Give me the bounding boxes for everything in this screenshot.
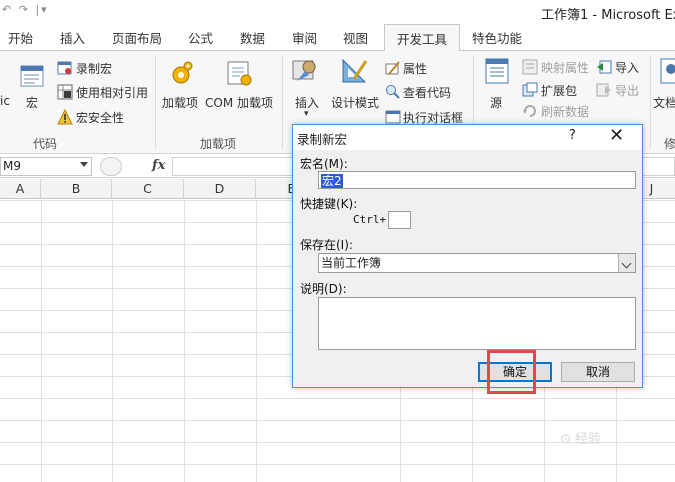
tab-formulas[interactable]: 公式	[188, 28, 213, 47]
warning-icon[interactable]	[57, 109, 73, 125]
ribbon-tabs: 开始 插入 页面布局 公式 数据 审阅 视图 开发工具 特色功能	[0, 24, 675, 52]
tab-special-features[interactable]: 特色功能	[472, 28, 522, 47]
name-box-value: M9	[3, 159, 21, 173]
column-header[interactable]: B	[41, 179, 112, 199]
description-label: 说明(D):	[300, 282, 347, 296]
macro-security-button[interactable]: 宏安全性	[76, 109, 124, 126]
formula-cancel-enter[interactable]	[100, 157, 122, 176]
quick-access-toolbar[interactable]: ↶ ↷ |▾	[2, 3, 49, 16]
export-button: 导出	[615, 84, 640, 98]
tab-home[interactable]: 开始	[8, 28, 33, 47]
redo-icon[interactable]: ↷	[19, 3, 30, 16]
macro-name-input[interactable]: 宏2	[318, 171, 636, 189]
macros-icon[interactable]	[19, 63, 47, 91]
grid-line	[112, 200, 113, 482]
import-icon[interactable]	[596, 59, 612, 75]
column-header[interactable]: C	[112, 179, 184, 199]
store-in-label: 保存在(I):	[300, 238, 353, 252]
store-in-value: 当前工作簿	[321, 256, 382, 270]
chevron-down-icon[interactable]: ▾	[304, 109, 309, 119]
qat-menu-icon[interactable]: |▾	[35, 3, 48, 16]
visual-basic-button[interactable]: ic	[0, 94, 10, 108]
xml-source-button[interactable]: 源	[490, 94, 502, 111]
title-bar: ↶ ↷ |▾ 工作簿1 - Microsoft Ex	[0, 0, 675, 24]
column-header[interactable]: A	[0, 179, 41, 199]
com-addins-button[interactable]: COM 加载项	[205, 94, 273, 111]
dialog-title: 录制新宏	[297, 132, 348, 147]
undo-icon[interactable]: ↶	[2, 3, 13, 16]
record-macro-dialog: 录制新宏 ? ✕ 宏名(M): 宏2 快捷键(K): Ctrl+ 保存在(I):…	[292, 124, 643, 388]
properties-button[interactable]: 属性	[403, 60, 427, 77]
insert-function-icon[interactable]: fx	[152, 158, 165, 173]
gear-icon[interactable]	[167, 59, 195, 87]
cancel-button[interactable]: 取消	[561, 362, 635, 382]
export-icon	[596, 83, 611, 97]
addins-group-label: 加载项	[200, 137, 237, 151]
view-code-icon[interactable]	[385, 84, 401, 100]
map-properties-button: 映射属性	[541, 61, 590, 75]
grid-line	[41, 200, 42, 482]
watermark: ⊙ 经验	[560, 432, 602, 447]
macro-name-value: 宏2	[321, 174, 343, 188]
column-header[interactable]: D	[184, 179, 256, 199]
document-panel-button[interactable]: 文档	[653, 94, 675, 111]
refresh-data-icon	[523, 105, 536, 117]
com-addins-icon[interactable]	[225, 59, 253, 87]
macros-label[interactable]: 宏	[26, 94, 38, 111]
group-separator	[650, 55, 651, 149]
grid-line	[184, 200, 185, 482]
map-properties-icon	[522, 59, 538, 75]
close-icon[interactable]: ✕	[609, 125, 624, 146]
group-separator	[282, 55, 283, 149]
tab-developer[interactable]: 开发工具	[384, 24, 461, 52]
expansion-packs-button[interactable]: 扩展包	[541, 82, 577, 99]
refresh-data-button: 刷新数据	[541, 105, 590, 119]
shortcut-prefix: Ctrl+	[353, 213, 387, 226]
design-mode-button[interactable]: 设计模式	[331, 94, 379, 111]
record-macro-icon[interactable]	[57, 60, 73, 76]
design-mode-icon[interactable]	[340, 57, 368, 85]
tab-review[interactable]: 审阅	[292, 28, 317, 47]
shortcut-key-input[interactable]	[388, 211, 411, 229]
view-code-button[interactable]: 查看代码	[403, 84, 451, 101]
grid-line	[256, 200, 257, 482]
shortcut-key-label: 快捷键(K):	[300, 197, 358, 211]
description-textarea[interactable]	[318, 297, 636, 350]
chevron-down-icon[interactable]	[80, 162, 88, 167]
macro-name-label: 宏名(M):	[300, 157, 348, 171]
insert-controls-icon[interactable]	[291, 57, 319, 85]
expansion-packs-icon[interactable]	[522, 82, 538, 98]
chevron-down-icon[interactable]	[618, 254, 635, 272]
tab-data[interactable]: 数据	[240, 28, 265, 47]
modify-group-label: 修	[664, 137, 675, 151]
tab-insert[interactable]: 插入	[60, 28, 85, 47]
addins-button[interactable]: 加载项	[162, 94, 198, 111]
document-panel-icon[interactable]	[658, 57, 675, 85]
record-macro-button[interactable]: 录制宏	[76, 60, 112, 77]
use-relative-reference-button[interactable]: 使用相对引用	[76, 84, 148, 101]
relative-reference-icon[interactable]	[57, 84, 73, 100]
import-button[interactable]: 导入	[615, 59, 639, 76]
annotation-highlight-box	[487, 350, 536, 394]
help-button[interactable]: ?	[569, 128, 576, 143]
properties-icon[interactable]	[385, 60, 401, 76]
name-box[interactable]: M9	[0, 157, 92, 176]
store-in-select[interactable]: 当前工作簿	[318, 253, 636, 273]
run-dialog-icon[interactable]	[385, 109, 401, 125]
group-separator	[155, 55, 156, 149]
xml-source-icon[interactable]	[483, 57, 511, 85]
window-title: 工作簿1 - Microsoft Ex	[541, 8, 675, 23]
code-group-label: 代码	[33, 137, 58, 151]
tab-view[interactable]: 视图	[343, 28, 368, 47]
tab-page-layout[interactable]: 页面布局	[112, 28, 162, 47]
